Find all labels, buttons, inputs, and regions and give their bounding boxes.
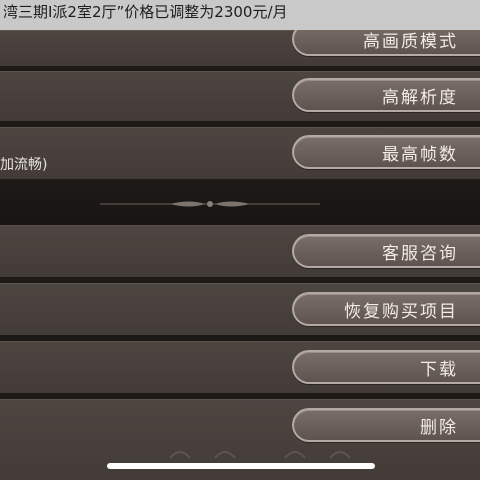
home-indicator[interactable] [107, 463, 375, 469]
notification-banner[interactable]: 湾三期I派2室2厅”价格已调整为2300元/月 [0, 0, 480, 30]
customer-service-button[interactable]: 客服咨询 [292, 234, 480, 268]
button-label: 高画质模式 [363, 31, 458, 52]
notification-text: 湾三期I派2室2厅”价格已调整为2300元/月 [3, 3, 288, 21]
max-framerate-button[interactable]: 最高帧数 [292, 135, 480, 169]
ornament-divider [100, 201, 320, 207]
section-header [0, 179, 480, 225]
high-resolution-button[interactable]: 高解析度 [292, 78, 480, 112]
bottom-ornament [169, 451, 351, 459]
download-button[interactable]: 下载 [292, 350, 480, 384]
delete-button[interactable]: 删除 [292, 408, 480, 442]
button-label: 高解析度 [382, 87, 458, 108]
restore-purchases-button[interactable]: 恢复购买项目 [292, 292, 480, 326]
row-description: 加流畅) [0, 157, 48, 173]
button-label: 最高帧数 [382, 144, 458, 165]
button-label: 删除 [420, 417, 458, 438]
button-label: 客服咨询 [382, 243, 458, 264]
button-label: 恢复购买项目 [344, 301, 458, 322]
button-label: 下载 [420, 359, 458, 380]
